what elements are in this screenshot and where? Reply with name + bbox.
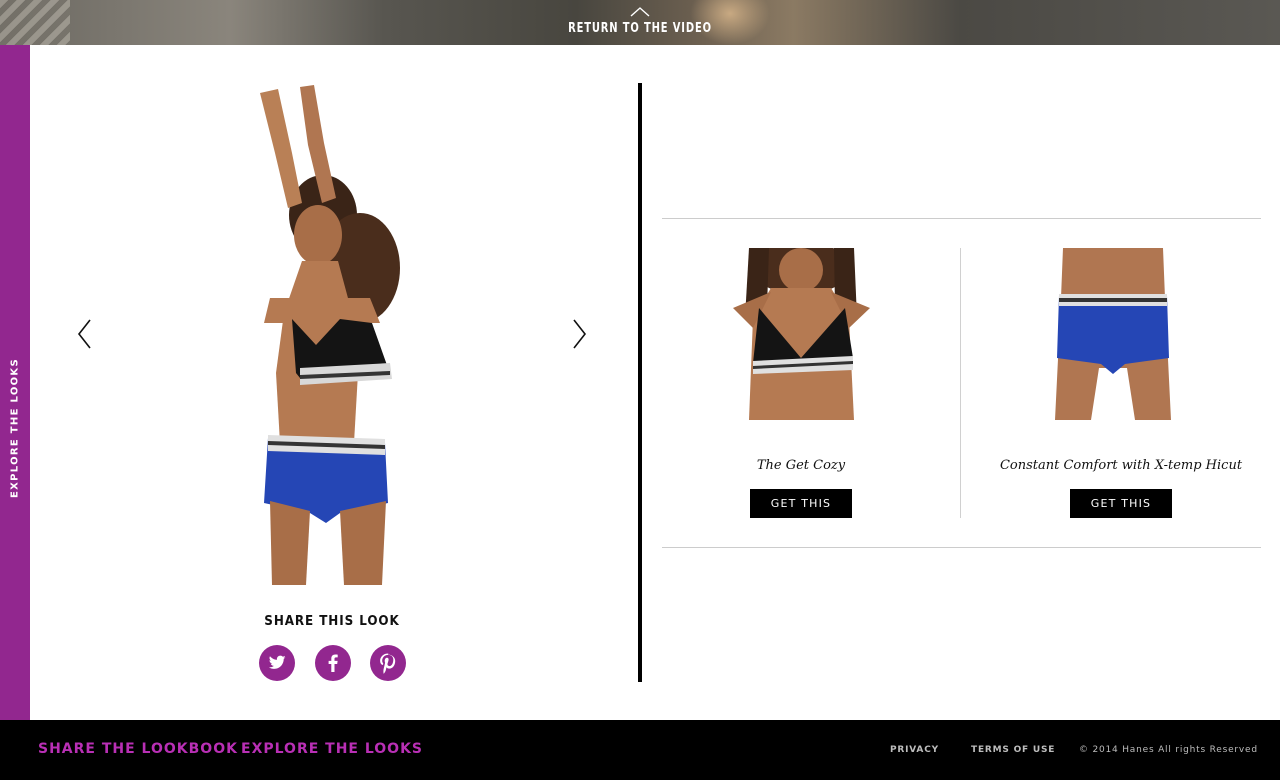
product-name: The Get Cozy	[756, 458, 846, 473]
next-look-button[interactable]	[570, 318, 590, 350]
product-separator	[960, 248, 961, 518]
chevron-up-icon	[630, 7, 650, 17]
copyright-text: © 2014 Hanes All rights Reserved	[1079, 745, 1258, 755]
pinterest-share-button[interactable]	[370, 645, 406, 681]
divider-line	[662, 218, 1261, 219]
get-this-button[interactable]: GET THIS	[1070, 489, 1172, 518]
twitter-share-button[interactable]	[259, 645, 295, 681]
terms-of-use-link[interactable]: TERMS OF USE	[971, 745, 1055, 755]
return-to-video-label: RETURN TO THE VIDEO	[568, 21, 712, 36]
divider-line	[662, 547, 1261, 548]
previous-look-button[interactable]	[76, 318, 96, 350]
explore-looks-side-tab[interactable]: EXPLORE THE LOOKS	[0, 45, 30, 720]
facebook-share-button[interactable]	[315, 645, 351, 681]
pinterest-icon	[380, 653, 396, 674]
share-lookbook-link[interactable]: SHARE THE LOOKBOOK	[38, 741, 238, 757]
product-card: Constant Comfort with X-temp Hicut GET T…	[971, 248, 1271, 520]
product-image-shorts	[1055, 248, 1171, 420]
chevron-left-icon	[77, 319, 91, 349]
top-banner: RETURN TO THE VIDEO	[0, 0, 1280, 45]
explore-looks-link[interactable]: EXPLORE THE LOOKS	[241, 741, 423, 757]
product-name: Constant Comfort with X-temp Hicut	[999, 458, 1243, 473]
footer: SHARE THE LOOKBOOK EXPLORE THE LOOKS PRI…	[0, 720, 1280, 780]
product-image-bra	[733, 248, 870, 420]
return-to-video-link[interactable]: RETURN TO THE VIDEO	[540, 4, 740, 42]
model-photo	[260, 85, 400, 585]
vertical-divider	[638, 83, 642, 682]
privacy-link[interactable]: PRIVACY	[890, 745, 939, 755]
side-tab-label: EXPLORE THE LOOKS	[9, 358, 21, 498]
chevron-right-icon	[573, 319, 587, 349]
product-card: The Get Cozy GET THIS	[651, 248, 951, 520]
facebook-icon	[328, 654, 338, 672]
share-this-look-heading: SHARE THIS LOOK	[264, 614, 400, 629]
twitter-icon	[268, 655, 286, 669]
get-this-button[interactable]: GET THIS	[750, 489, 852, 518]
